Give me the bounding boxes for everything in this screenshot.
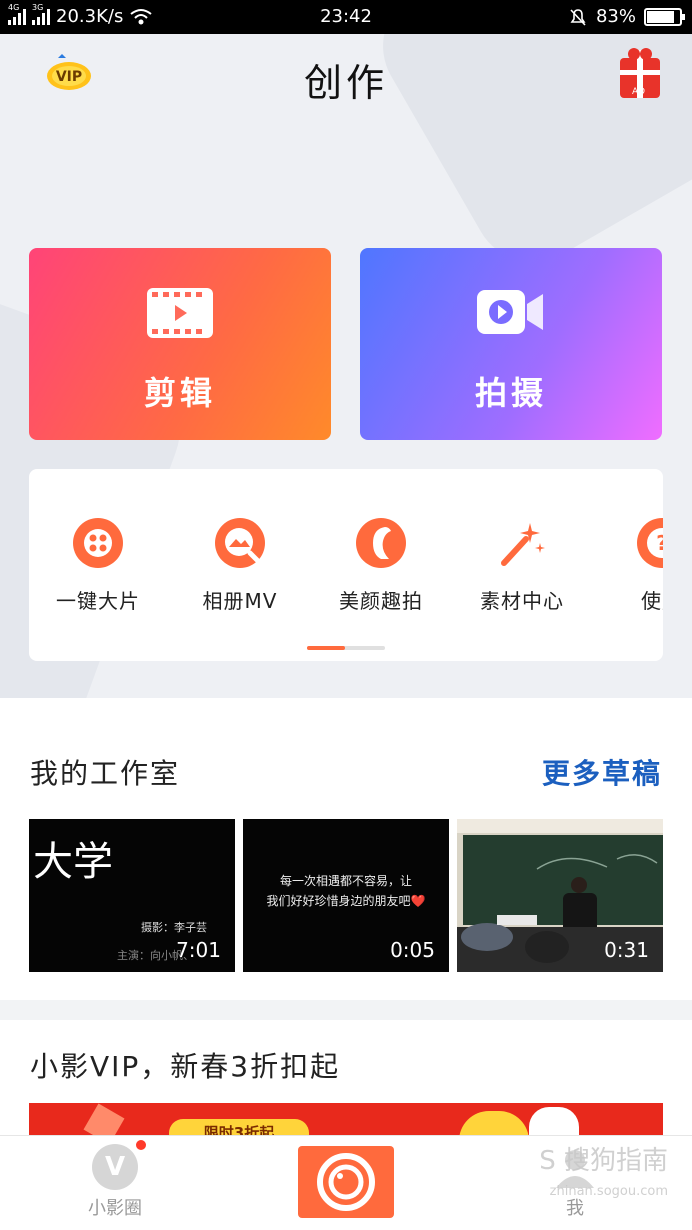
more-drafts-link[interactable]: 更多草稿 (542, 752, 662, 792)
tool-label: 素材中心 (480, 589, 564, 613)
tool-beauty-cam[interactable]: 美颜趣拍 (316, 517, 446, 614)
studio-video-thumb[interactable]: 大学 摄影：李子芸 主演：向小帆、 7:01 (29, 819, 235, 972)
watermark-url: zhinan.sogou.com (549, 1184, 668, 1199)
video-caption: 每一次相遇都不容易，让 我们好好珍惜身边的朋友吧❤️ (243, 871, 449, 911)
photo-album-icon (215, 518, 265, 568)
studio-title: 我的工作室 (30, 757, 181, 790)
shoot-label: 拍摄 (474, 374, 547, 412)
caption-line: 我们好好珍惜身边的朋友吧❤️ (266, 894, 426, 908)
battery-percent: 83% (595, 6, 636, 27)
tools-carousel[interactable]: 一键大片 相册MV 美颜趣拍 素材中心 使 (29, 469, 663, 661)
tool-one-click[interactable]: 一键大片 (33, 517, 163, 614)
status-bar: 4G 3G 20.3K/s 23:42 83% (0, 0, 692, 34)
studio-video-thumb[interactable]: 0:31 (457, 819, 663, 972)
tool-help[interactable]: ? 使用 (597, 517, 663, 614)
pager-active (307, 646, 345, 650)
svg-text:AD: AD (632, 87, 645, 97)
capture-button[interactable] (298, 1146, 394, 1218)
notification-dot (136, 1140, 146, 1150)
section-divider (0, 1000, 692, 1020)
video-duration: 7:01 (176, 938, 221, 962)
page-title: 创作 (303, 61, 388, 105)
battery-icon (644, 7, 685, 26)
mute-bell-icon (570, 8, 586, 26)
video-duration: 0:05 (390, 938, 435, 962)
tool-material-center[interactable]: 素材中心 (457, 517, 587, 614)
shoot-button[interactable]: 拍摄 (360, 248, 662, 440)
tool-album-mv[interactable]: 相册MV (175, 517, 305, 614)
nav-circle[interactable]: V 小影圈 (80, 1140, 150, 1220)
carousel-pager (307, 646, 385, 650)
watermark-logo: S 搜狗指南 (539, 1146, 668, 1176)
caption-line: 每一次相遇都不容易，让 (279, 874, 412, 888)
svg-text:?: ? (656, 531, 663, 555)
studio-video-thumb[interactable]: 每一次相遇都不容易，让 我们好好珍惜身边的朋友吧❤️ 0:05 (243, 819, 449, 972)
promo-title: 小影VIP，新春3折扣起 (30, 1050, 341, 1083)
film-reel-icon (73, 518, 123, 568)
tool-label: 使用 (641, 589, 663, 613)
circle-avatar-icon: V (92, 1140, 146, 1190)
tool-label: 美颜趣拍 (339, 589, 423, 613)
tool-label: 一键大片 (56, 589, 140, 613)
video-camera-icon (477, 290, 543, 334)
help-icon: ? (637, 518, 663, 568)
gift-box-icon: AD (620, 48, 660, 98)
edit-label: 剪辑 (143, 374, 216, 412)
nav-label: 小影圈 (88, 1198, 142, 1219)
film-strip-icon (147, 288, 213, 338)
edit-button[interactable]: 剪辑 (29, 248, 331, 440)
video-duration: 0:31 (604, 938, 649, 962)
camera-lens-icon (317, 1153, 375, 1211)
ad-gift-button[interactable]: AD (618, 46, 662, 98)
avatar-letter: V (104, 1152, 126, 1182)
tool-label: 相册MV (202, 589, 278, 613)
beauty-face-icon (356, 518, 406, 568)
magic-wand-icon (501, 523, 545, 566)
create-hero: VIP 创作 AD 剪辑 拍摄 一键大片 相册MV 美颜趣拍 素材中心 使 (0, 34, 692, 698)
video-title-text: 大学 (33, 839, 113, 885)
video-credit: 摄影：李子芸 (141, 921, 207, 934)
